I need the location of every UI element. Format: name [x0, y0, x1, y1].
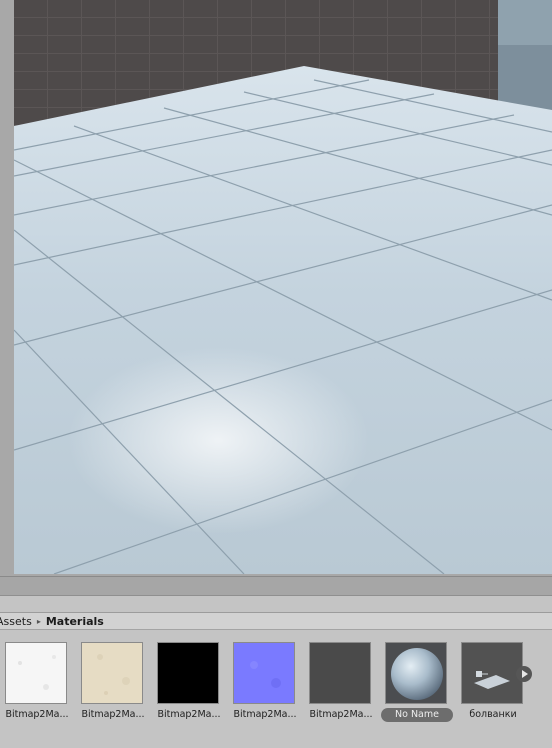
scroll-right-arrow-icon[interactable] [516, 666, 532, 682]
project-panel: Assets ▸ Materials Bitmap2Ma... Bitmap2M… [0, 596, 552, 748]
asset-label: Bitmap2Ma... [233, 709, 297, 720]
asset-item[interactable]: Bitmap2Ma... [305, 638, 377, 724]
dark-gray-material-thumbnail [309, 642, 371, 704]
asset-label: Bitmap2Ma... [5, 709, 69, 720]
sphere-material-preview [385, 642, 447, 704]
asset-item[interactable]: Bitmap2Ma... [77, 638, 149, 724]
panel-splitter[interactable] [0, 576, 552, 596]
black-material-thumbnail [157, 642, 219, 704]
breadcrumb-separator-icon: ▸ [36, 616, 41, 626]
asset-label: болванки [469, 709, 517, 720]
asset-item[interactable]: болванки [457, 638, 529, 724]
scene-viewport-frame [0, 0, 552, 576]
normal-map-thumbnail [233, 642, 295, 704]
asset-item[interactable]: Bitmap2Ma... [229, 638, 301, 724]
asset-label: Bitmap2Ma... [309, 709, 373, 720]
asset-item-selected[interactable]: No Name [381, 638, 453, 724]
breadcrumb: Assets ▸ Materials [0, 612, 552, 630]
asset-label: No Name [381, 708, 453, 722]
asset-item[interactable]: Bitmap2Ma... [153, 638, 225, 724]
scene-view[interactable] [14, 0, 552, 574]
asset-label: Bitmap2Ma... [157, 709, 221, 720]
prefab-icon [461, 642, 523, 704]
asset-label: Bitmap2Ma... [81, 709, 145, 720]
breadcrumb-current[interactable]: Materials [46, 615, 104, 628]
asset-item[interactable]: Bitmap2Ma... [1, 638, 73, 724]
breadcrumb-root[interactable]: Assets [0, 615, 32, 628]
beige-material-thumbnail [81, 642, 143, 704]
scene-render [14, 0, 552, 574]
white-material-thumbnail [5, 642, 67, 704]
